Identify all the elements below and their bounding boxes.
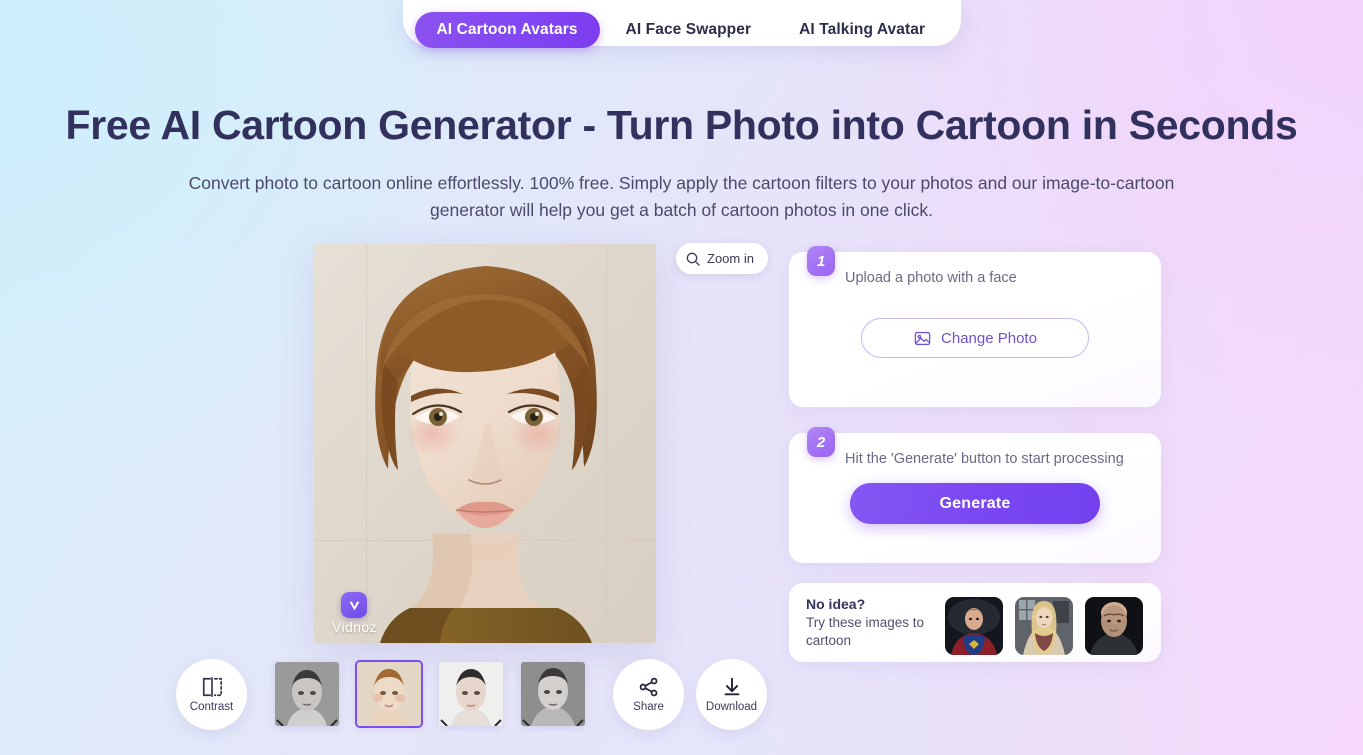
tab-ai-talking-avatar[interactable]: AI Talking Avatar xyxy=(777,12,947,48)
share-label: Share xyxy=(633,700,664,713)
share-button[interactable]: Share xyxy=(613,658,684,730)
image-photo-icon xyxy=(913,329,932,348)
sample-image xyxy=(945,597,1003,655)
thumbnail-result-1[interactable] xyxy=(275,662,339,726)
thumbnail-image xyxy=(357,662,421,726)
tab-ai-cartoon-avatars[interactable]: AI Cartoon Avatars xyxy=(414,12,600,48)
step-1-card: 1 Upload a photo with a face Change Phot… xyxy=(789,246,1161,407)
tab-ai-face-swapper[interactable]: AI Face Swapper xyxy=(604,12,774,48)
share-nodes-icon xyxy=(638,676,660,698)
top-tab-bar-container: AI Cartoon Avatars AI Face Swapper AI Ta… xyxy=(0,0,1363,48)
vidnoz-v-logo xyxy=(341,592,368,618)
thumbnail-image xyxy=(439,662,503,726)
step-2-text: Hit the 'Generate' button to start proce… xyxy=(845,451,1124,467)
step-1-badge: 1 xyxy=(807,246,835,276)
step-2-badge: 2 xyxy=(807,427,835,457)
contrast-button[interactable]: Contrast xyxy=(176,658,247,730)
no-idea-subtitle: Try these images to cartoon xyxy=(806,615,925,648)
no-idea-text-block: No idea? Try these images to cartoon xyxy=(806,596,931,650)
download-label: Download xyxy=(705,700,758,713)
sample-image xyxy=(1015,597,1073,655)
portrait-illustration xyxy=(314,244,656,643)
step-2-card: 2 Hit the 'Generate' button to start pro… xyxy=(789,427,1161,563)
page-title: Free AI Cartoon Generator - Turn Photo i… xyxy=(65,102,1298,148)
zoom-in-label: Zoom in xyxy=(707,251,754,266)
sample-bald-man[interactable] xyxy=(1085,597,1143,655)
thumbnail-result-4[interactable] xyxy=(521,662,585,726)
change-photo-button[interactable]: Change Photo xyxy=(861,318,1089,358)
generate-button[interactable]: Generate xyxy=(850,483,1100,524)
no-idea-card: No idea? Try these images to cartoon xyxy=(789,583,1161,662)
thumbnail-image xyxy=(275,662,339,726)
change-photo-label: Change Photo xyxy=(941,329,1037,347)
sample-image-list xyxy=(945,597,1143,655)
image-toolbar: Contrast Share Download xyxy=(176,658,772,730)
watermark-label: Vidnoz xyxy=(332,619,377,635)
vidnoz-watermark: Vidnoz xyxy=(332,592,377,635)
zoom-in-button[interactable]: Zoom in xyxy=(676,243,768,274)
sample-blonde-woman[interactable] xyxy=(1015,597,1073,655)
thumbnail-result-3[interactable] xyxy=(439,662,503,726)
download-button[interactable]: Download xyxy=(696,658,767,730)
thumbnail-image xyxy=(521,662,585,726)
contrast-label: Contrast xyxy=(189,700,234,713)
page-subtitle: Convert photo to cartoon online effortle… xyxy=(188,173,1175,220)
download-arrow-icon xyxy=(721,676,743,698)
top-tab-bar: AI Cartoon Avatars AI Face Swapper AI Ta… xyxy=(402,0,961,48)
sample-image xyxy=(1085,597,1143,655)
result-thumbnail-list xyxy=(275,660,585,728)
no-idea-content: No idea? Try these images to cartoon xyxy=(806,596,1146,655)
magnifier-icon xyxy=(685,251,701,267)
step-1-text: Upload a photo with a face xyxy=(845,270,1017,286)
image-preview[interactable]: Vidnoz xyxy=(314,244,656,643)
contrast-split-icon xyxy=(200,676,224,698)
sample-superhero[interactable] xyxy=(945,597,1003,655)
thumbnail-result-2[interactable] xyxy=(355,660,423,728)
no-idea-title: No idea? xyxy=(806,596,866,612)
